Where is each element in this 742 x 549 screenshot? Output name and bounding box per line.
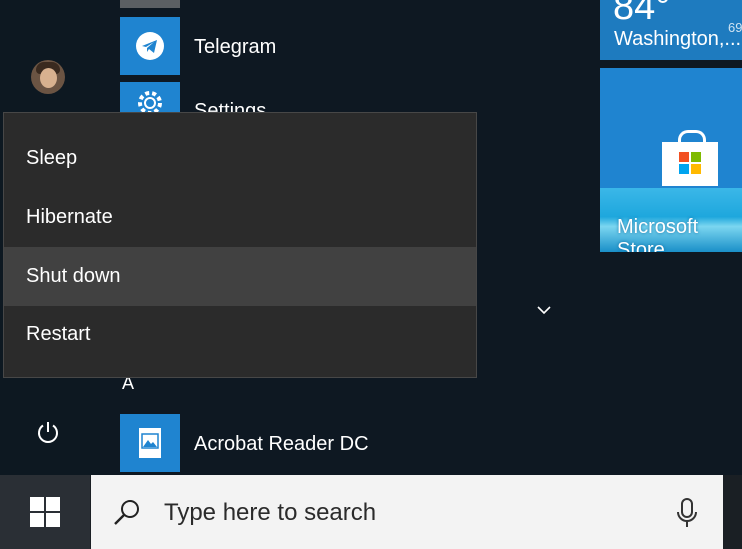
settings-app-label[interactable]: Settings bbox=[194, 100, 266, 112]
restart-menu-item[interactable]: Restart bbox=[4, 305, 476, 364]
power-icon bbox=[38, 422, 58, 443]
microphone-icon[interactable] bbox=[675, 497, 699, 529]
search-placeholder[interactable]: Type here to search bbox=[164, 499, 376, 527]
start-button[interactable] bbox=[0, 475, 90, 549]
taskbar-edge bbox=[723, 475, 742, 549]
weather-tile[interactable]: 84° 69 Washington,... bbox=[600, 0, 742, 60]
weather-temperature: 84° bbox=[613, 0, 671, 28]
weather-city: Washington,... bbox=[614, 28, 742, 50]
user-avatar[interactable] bbox=[31, 60, 65, 94]
windows-logo-icon bbox=[30, 497, 60, 527]
sleep-menu-item[interactable]: Sleep bbox=[4, 129, 476, 188]
telegram-icon bbox=[136, 32, 164, 60]
store-tile-label: Microsoft Store bbox=[617, 216, 699, 252]
acrobat-app-label[interactable]: Acrobat Reader DC bbox=[194, 433, 369, 456]
hibernate-menu-item[interactable]: Hibernate bbox=[4, 188, 476, 247]
app-tile-previous[interactable] bbox=[120, 0, 180, 8]
search-icon bbox=[114, 500, 139, 525]
shut-down-menu-item[interactable]: Shut down bbox=[4, 247, 476, 306]
settings-app-tile[interactable] bbox=[120, 82, 180, 115]
taskbar-search-box[interactable]: Type here to search bbox=[91, 475, 723, 549]
telegram-app-label[interactable]: Telegram bbox=[194, 36, 276, 59]
chevron-down-icon[interactable] bbox=[536, 303, 552, 321]
pdf-icon bbox=[139, 428, 161, 458]
power-button[interactable] bbox=[26, 410, 70, 454]
microsoft-store-tile[interactable]: Microsoft Store bbox=[600, 68, 742, 252]
power-options-menu: Sleep Hibernate Shut down Restart bbox=[3, 112, 477, 378]
store-bag-icon bbox=[662, 142, 718, 186]
acrobat-app-tile[interactable] bbox=[120, 414, 180, 472]
telegram-app-tile[interactable] bbox=[120, 17, 180, 75]
avatar-face bbox=[40, 68, 57, 88]
